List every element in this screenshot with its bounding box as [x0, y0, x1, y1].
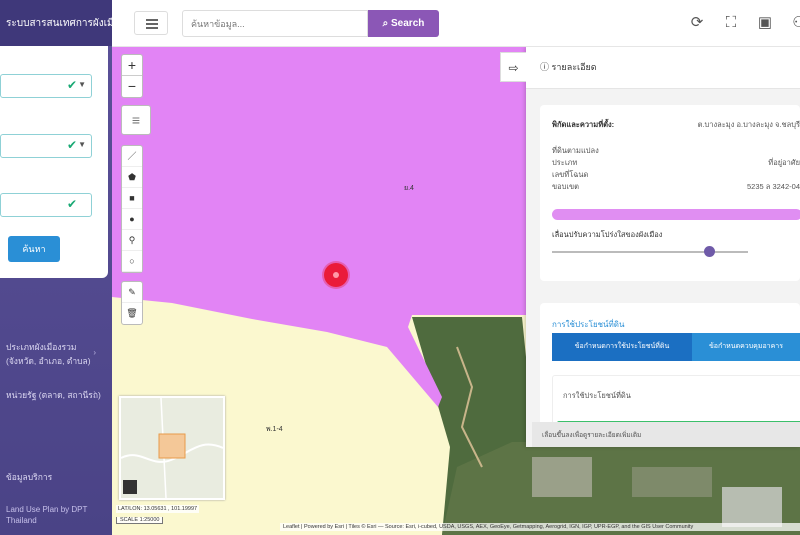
- app-root: ระบบสารสนเทศการผังเมือง ✔ ▼ ✔ ▼ ✔ ค้นหา …: [0, 0, 800, 535]
- opacity-slider-handle[interactable]: [703, 246, 715, 257]
- detail-header: ⓘ รายละเอียด: [526, 47, 800, 89]
- search-icon: ⌕: [382, 18, 389, 29]
- search-input[interactable]: [182, 10, 368, 37]
- minimap-canvas: [121, 398, 223, 498]
- topbar: ⌕ Search ⟳ ⛶ ▣ ⚇: [112, 0, 800, 47]
- sidebar-footer: Land Use Plan by DPT Thailand: [6, 505, 88, 525]
- hamburger-icon-line: [146, 27, 158, 29]
- parcel-input[interactable]: ✔: [0, 193, 92, 217]
- edit-toolbar: ✎ 🗑: [121, 281, 143, 325]
- filter-panel: ✔ ▼ ✔ ▼ ✔ ค้นหา: [0, 46, 108, 278]
- panel-toggle-button[interactable]: ⇨: [500, 52, 526, 82]
- zoom-control: + −: [121, 54, 143, 98]
- tab-landuse[interactable]: ข้อกำหนดการใช้ประโยชน์ที่ดิน: [552, 333, 692, 361]
- coordinate-readout: LAT/LON: 13.05631 , 101.19997: [116, 505, 200, 513]
- draw-circlemarker-icon[interactable]: ○: [122, 251, 142, 272]
- row-label: ที่ดินตามแปลง: [552, 146, 599, 155]
- info-icon: ⓘ: [540, 62, 550, 72]
- minimap-viewport: [158, 433, 186, 459]
- layers-icon: ≡: [131, 112, 141, 128]
- draw-marker-icon[interactable]: ⚲: [122, 230, 142, 251]
- minimap-toggle-icon[interactable]: [123, 480, 137, 494]
- scroll-hint: เลื่อนขึ้นลงเพื่อดูรายละเอียดเพิ่มเติม: [542, 432, 642, 439]
- minimap[interactable]: [119, 396, 225, 500]
- layers-button[interactable]: ≡: [121, 105, 151, 135]
- map-view[interactable]: ย.4 พ.1-4 + − ≡ ／ ⬟ ■ ● ⚲ ○ ✎ 🗑 LAT/LON:…: [112, 47, 800, 535]
- chevron-down-icon: ▼: [78, 80, 86, 89]
- draw-circle-icon[interactable]: ●: [122, 209, 142, 230]
- map-attribution: Leaflet | Powered by Esri | Tiles © Esri…: [280, 523, 800, 531]
- search-button-label: Search: [391, 18, 425, 29]
- chevron-right-icon: ›: [93, 388, 96, 397]
- row-label: ประเภท: [552, 158, 578, 167]
- detail-panel: ⇨ ⓘ รายละเอียด พิกัดและความที่ตั้ง: ต.บา…: [500, 47, 800, 447]
- row-label: เลขที่โฉนด: [552, 170, 589, 179]
- search-submit-button[interactable]: ค้นหา: [8, 236, 60, 262]
- row-value: ที่อยู่อาศัย: [768, 158, 800, 167]
- fullscreen-icon[interactable]: ⛶: [720, 12, 742, 34]
- location-heading-value: ต.บางละมุง อ.บางละมุง จ.ชลบุรี: [697, 120, 800, 129]
- province-select[interactable]: ✔ ▼: [0, 74, 92, 98]
- chevron-right-icon: ›: [93, 348, 96, 357]
- arrow-right-icon: ⇨: [508, 61, 519, 75]
- print-icon[interactable]: ▣: [754, 12, 776, 34]
- check-icon: ✔: [66, 138, 77, 152]
- map-scale: SCALE 1:25000: [116, 517, 164, 524]
- draw-rectangle-icon[interactable]: ■: [122, 188, 142, 209]
- account-icon[interactable]: ⚇: [788, 12, 800, 34]
- hamburger-menu-button[interactable]: [134, 11, 168, 35]
- draw-line-icon[interactable]: ／: [122, 146, 142, 167]
- tab-building-control[interactable]: ข้อกำหนดควบคุมอาคาร: [692, 333, 800, 361]
- zone-label-yellow: พ.1-4: [266, 426, 283, 433]
- zoom-in-button[interactable]: +: [122, 55, 142, 76]
- zone-label-main: ย.4: [404, 185, 414, 192]
- zoom-out-button[interactable]: −: [122, 76, 142, 97]
- sidebar-title: ระบบสารสนเทศการผังเมือง: [0, 0, 112, 46]
- sidebar-item-admin[interactable]: (จังหวัด, อำเภอ, ตำบล): [6, 354, 91, 368]
- location-marker[interactable]: [324, 263, 348, 287]
- location-heading: พิกัดและความที่ตั้ง:: [552, 120, 615, 129]
- hamburger-icon: [146, 19, 158, 21]
- draw-toolbar: ／ ⬟ ■ ● ⚲ ○: [121, 145, 143, 273]
- chevron-down-icon: ▼: [78, 140, 86, 149]
- search-button[interactable]: ⌕ Search: [368, 10, 439, 37]
- location-card: พิกัดและความที่ตั้ง: ต.บางละมุง อ.บางละม…: [540, 105, 800, 281]
- opacity-slider-track[interactable]: [552, 251, 748, 253]
- sidebar-item-services[interactable]: ข้อมูลบริการ: [6, 470, 52, 484]
- landuse-body-label: การใช้ประโยชน์ที่ดิน: [563, 391, 631, 400]
- sidebar-item-zone-type[interactable]: ประเภทผังเมืองรวม: [6, 340, 76, 354]
- check-icon: ✔: [66, 78, 77, 92]
- detail-title: รายละเอียด: [551, 62, 597, 72]
- edit-icon[interactable]: ✎: [122, 282, 142, 303]
- sidebar-item-public[interactable]: หน่วยรัฐ (ตลาด, สถานีรถ): [6, 388, 101, 402]
- hamburger-icon-line: [146, 23, 158, 25]
- trash-icon[interactable]: 🗑: [122, 303, 142, 324]
- row-label: ขอบเขต: [552, 182, 579, 191]
- satellite-building: [532, 457, 592, 497]
- district-select[interactable]: ✔ ▼: [0, 134, 92, 158]
- landuse-title: การใช้ประโยชน์ที่ดิน: [552, 320, 625, 329]
- refresh-icon[interactable]: ⟳: [686, 12, 708, 34]
- check-icon: ✔: [66, 197, 77, 211]
- opacity-slider-label: เลื่อนปรับความโปร่งใสของผังเมือง: [552, 230, 663, 239]
- draw-polygon-icon[interactable]: ⬟: [122, 167, 142, 188]
- panel-footer: เลื่อนขึ้นลงเพื่อดูรายละเอียดเพิ่มเติม: [532, 422, 800, 447]
- sidebar: ระบบสารสนเทศการผังเมือง ✔ ▼ ✔ ▼ ✔ ค้นหา …: [0, 0, 112, 535]
- row-value: 5235 ล 3242-04: [747, 182, 800, 191]
- zone-progress-bar: [552, 209, 800, 220]
